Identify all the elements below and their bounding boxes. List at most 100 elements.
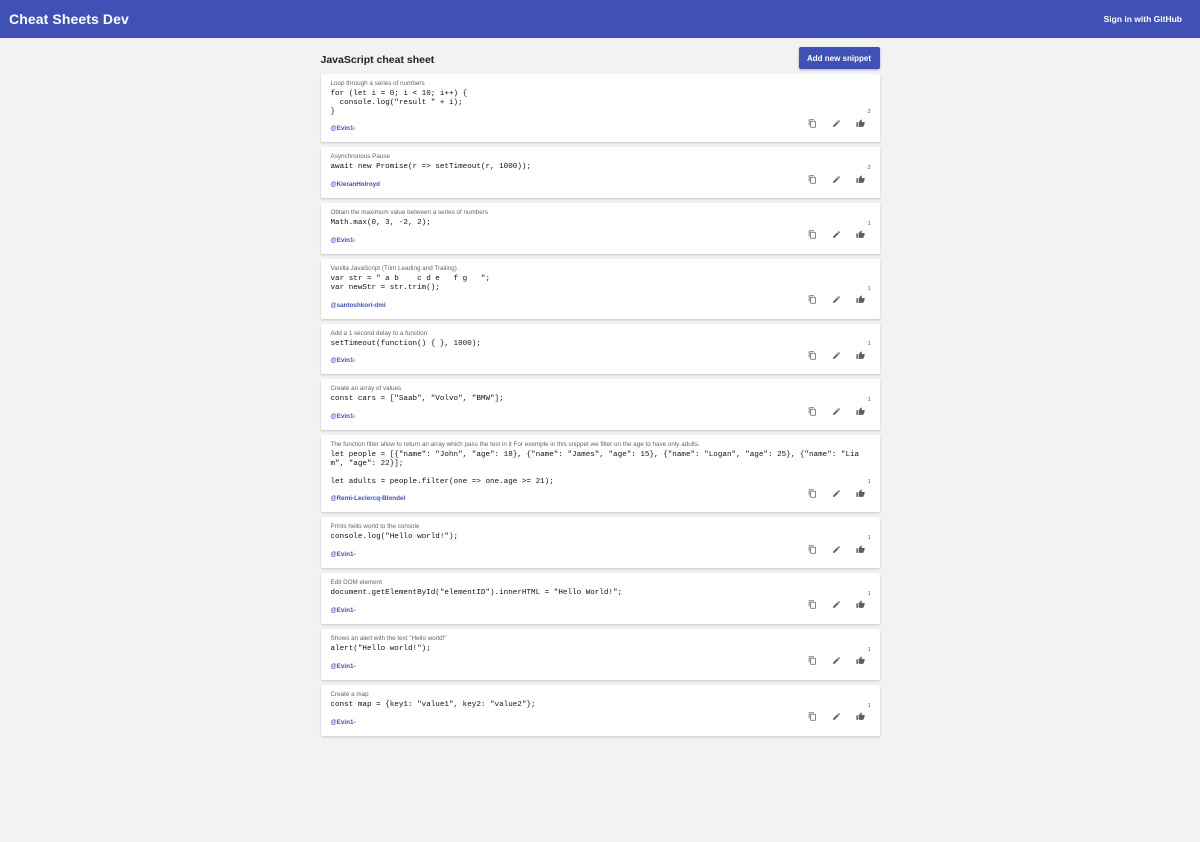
top-app-bar: Cheat Sheets Dev Sign in with GitHub (0, 0, 1200, 38)
snippet-author-link[interactable]: @Evin1- (331, 357, 356, 364)
snippet-author-link[interactable]: @Evin1- (331, 125, 356, 132)
snippet-actions: 1 (808, 397, 871, 416)
like-button[interactable]: 1 (856, 535, 871, 554)
edit-button[interactable] (832, 230, 842, 240)
copy-button[interactable] (808, 295, 818, 305)
edit-icon (833, 175, 840, 183)
copy-icon (808, 175, 816, 184)
snippet-card: Vanilla JavaScript (Trim Leading and Tra… (320, 258, 880, 319)
like-button[interactable]: 1 (856, 221, 871, 240)
like-button[interactable]: 1 (856, 479, 871, 498)
thumb-up-icon (856, 545, 865, 553)
app-title[interactable]: Cheat Sheets Dev (9, 11, 129, 27)
copy-button[interactable] (808, 406, 818, 416)
edit-icon (833, 231, 840, 239)
like-count: 1 (867, 702, 871, 709)
snippet-author-link[interactable]: @Evin1- (331, 551, 356, 558)
like-button[interactable]: 2 (856, 109, 871, 128)
thumb-up-icon (856, 119, 865, 127)
snippet-author-link[interactable]: @Remi-Leclercq-Blondel (331, 495, 406, 502)
copy-button[interactable] (808, 712, 818, 722)
copy-icon (808, 712, 816, 721)
like-button[interactable]: 2 (856, 165, 871, 184)
snippet-description: Shows an alert with the text "Hello worl… (330, 634, 447, 642)
snippet-author-link[interactable]: @santoshkori-dmi (331, 302, 386, 309)
edit-icon (833, 120, 840, 127)
snippet-card: The function filter allow to return an a… (320, 435, 880, 513)
add-new-snippet-button[interactable]: Add new snippet (798, 47, 880, 69)
thumb-up-icon (856, 295, 865, 303)
snippet-code: await new Promise(r => setTimeout(r, 100… (330, 163, 532, 172)
copy-button[interactable] (808, 174, 818, 184)
like-count: 1 (867, 590, 871, 597)
edit-button[interactable] (832, 488, 842, 498)
snippet-code: Math.max(0, 3, -2, 2); (330, 219, 431, 228)
snippet-code: setTimeout(function() { }, 1000); (330, 339, 481, 348)
copy-button[interactable] (808, 544, 818, 554)
snippet-card: Prints hello world to the console consol… (320, 517, 880, 569)
snippet-card: Loop through a series of numbers for (le… (320, 74, 880, 143)
snippet-code: console.log("Hello world!"); (330, 533, 459, 542)
snippet-list: Loop through a series of numbers for (le… (320, 74, 880, 736)
edit-button[interactable] (832, 118, 842, 128)
snippet-author-link[interactable]: @Evin1- (331, 237, 356, 244)
edit-button[interactable] (832, 350, 842, 360)
edit-icon (833, 351, 840, 359)
like-button[interactable]: 1 (856, 591, 871, 610)
edit-icon (833, 713, 840, 720)
snippet-card: Create an array of values const cars = [… (320, 379, 880, 431)
snippet-author-link[interactable]: @Evin1- (331, 663, 356, 670)
like-count: 1 (867, 285, 871, 292)
snippet-actions: 1 (808, 221, 871, 240)
sign-in-github-button[interactable]: Sign in with GitHub (1104, 14, 1182, 24)
edit-icon (833, 601, 840, 609)
copy-button[interactable] (808, 656, 818, 666)
copy-icon (808, 230, 816, 240)
copy-icon (808, 407, 816, 416)
snippet-description: Create an array of values (330, 385, 402, 393)
edit-button[interactable] (832, 544, 842, 554)
edit-icon (833, 296, 840, 303)
edit-button[interactable] (832, 295, 842, 305)
thumb-up-icon (856, 407, 865, 415)
thumb-up-icon (856, 656, 865, 665)
edit-button[interactable] (832, 174, 842, 184)
like-button[interactable]: 1 (856, 647, 871, 666)
copy-button[interactable] (808, 600, 818, 610)
snippet-description: Add a 1 second delay to a function (330, 329, 428, 337)
like-count: 1 (867, 535, 871, 542)
snippet-actions: 1 (808, 286, 871, 305)
snippet-author-link[interactable]: @Evin1- (331, 607, 356, 614)
like-count: 2 (867, 165, 871, 172)
like-button[interactable]: 1 (856, 341, 871, 360)
snippet-card: Obtain the maximum value between a serie… (320, 203, 880, 254)
snippet-actions: 1 (808, 535, 871, 554)
page-header: JavaScript cheat sheet Add new snippet (321, 47, 880, 69)
copy-button[interactable] (808, 350, 818, 360)
edit-button[interactable] (832, 712, 842, 722)
edit-icon (833, 657, 840, 665)
snippet-code: var str = " a b c d e f g "; var newStr … (330, 274, 491, 292)
page-title: JavaScript cheat sheet (320, 53, 435, 66)
edit-button[interactable] (832, 406, 842, 416)
copy-icon (808, 351, 816, 360)
copy-button[interactable] (808, 230, 818, 240)
edit-button[interactable] (832, 656, 842, 666)
thumb-up-icon (856, 175, 865, 183)
main-content: JavaScript cheat sheet Add new snippet L… (320, 38, 880, 736)
copy-icon (808, 295, 816, 304)
snippet-actions: 1 (808, 647, 871, 666)
snippet-actions: 2 (808, 165, 871, 184)
like-button[interactable]: 1 (856, 286, 871, 305)
snippet-author-link[interactable]: @Evin1- (331, 719, 356, 726)
like-button[interactable]: 1 (856, 703, 871, 722)
snippet-description: Create a map (330, 690, 369, 698)
snippet-author-link[interactable]: @KieranHolroyd (331, 181, 381, 188)
copy-button[interactable] (808, 488, 818, 498)
thumb-up-icon (856, 351, 865, 359)
snippet-actions: 1 (808, 703, 871, 722)
copy-button[interactable] (808, 118, 818, 128)
like-button[interactable]: 1 (856, 397, 871, 416)
edit-button[interactable] (832, 600, 842, 610)
snippet-author-link[interactable]: @Evin1- (331, 413, 356, 420)
